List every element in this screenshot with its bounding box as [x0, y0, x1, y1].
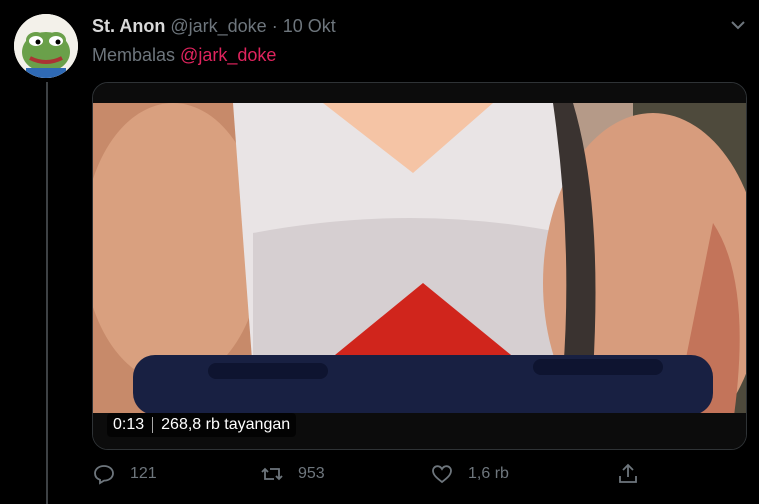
display-name[interactable]: St. Anon — [92, 16, 165, 36]
handle[interactable]: @jark_doke — [170, 16, 266, 36]
reply-context: Membalas @jark_doke — [92, 44, 276, 66]
video-info-badge: 0:13 268,8 rb tayangan — [107, 413, 297, 437]
share-icon — [619, 463, 637, 483]
tweet-actions: 121 953 1,6 rb — [92, 462, 652, 492]
video-frame — [93, 83, 746, 449]
tweet-date[interactable]: 10 Okt — [283, 16, 336, 36]
video-player[interactable]: 0:13 268,8 rb tayangan — [92, 82, 747, 450]
retweet-icon — [261, 467, 283, 481]
view-count: 268,8 rb tayangan — [161, 416, 291, 433]
like-button[interactable]: 1,6 rb — [430, 462, 509, 486]
retweet-button[interactable]: 953 — [260, 462, 325, 486]
reply-mention-link[interactable]: @jark_doke — [180, 45, 276, 65]
tweet-header: St. Anon @jark_doke · 10 Okt — [92, 15, 336, 37]
share-button[interactable] — [616, 462, 654, 486]
frog-avatar-icon — [14, 14, 78, 78]
badge-divider — [152, 417, 154, 433]
reply-count: 121 — [130, 465, 157, 482]
retweet-count: 953 — [298, 465, 325, 482]
reply-prefix: Membalas — [92, 45, 176, 65]
dot-separator: · — [271, 16, 278, 36]
avatar[interactable] — [14, 14, 78, 78]
video-duration: 0:13 — [113, 416, 145, 433]
reply-button[interactable]: 121 — [92, 462, 157, 486]
thread-line — [46, 82, 48, 504]
like-count: 1,6 rb — [468, 465, 509, 482]
chevron-down-icon[interactable] — [727, 14, 749, 36]
reply-icon — [94, 465, 114, 485]
heart-icon — [432, 465, 452, 484]
